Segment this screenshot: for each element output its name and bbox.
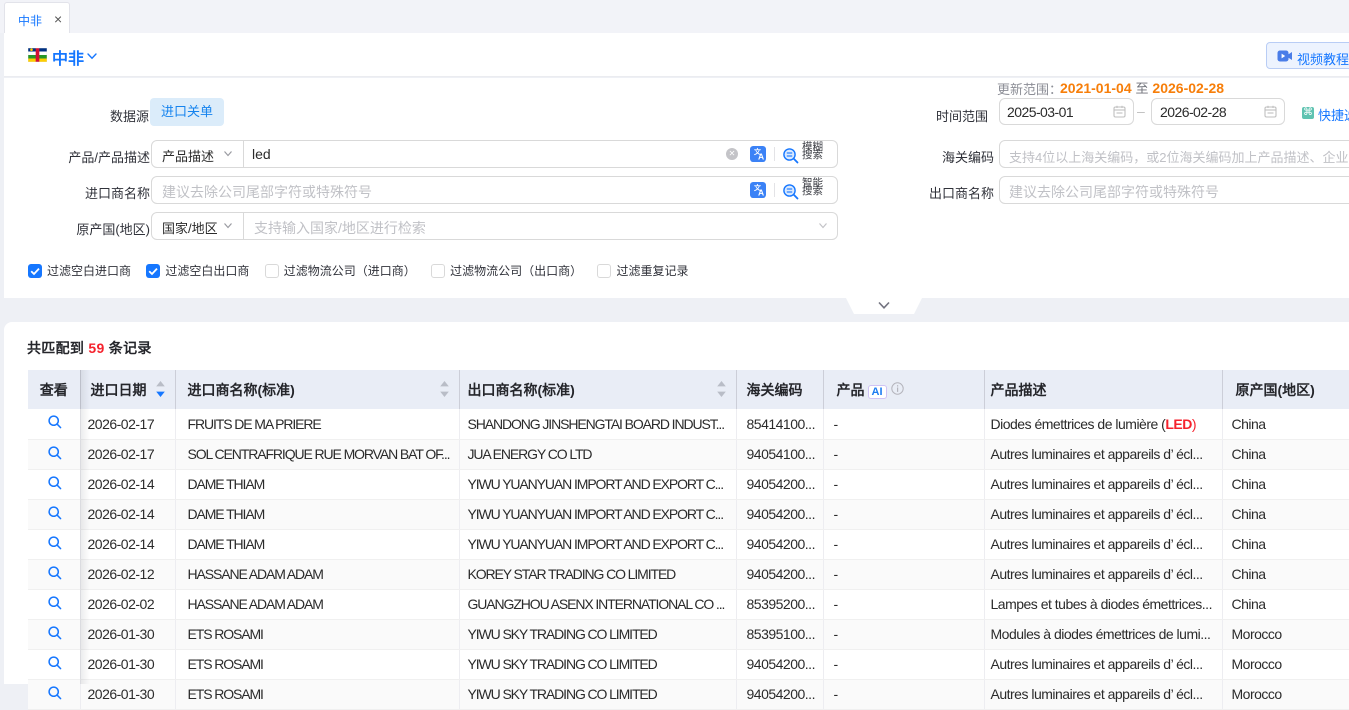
svg-text:A: A [758, 152, 764, 162]
svg-text:A: A [758, 188, 764, 198]
